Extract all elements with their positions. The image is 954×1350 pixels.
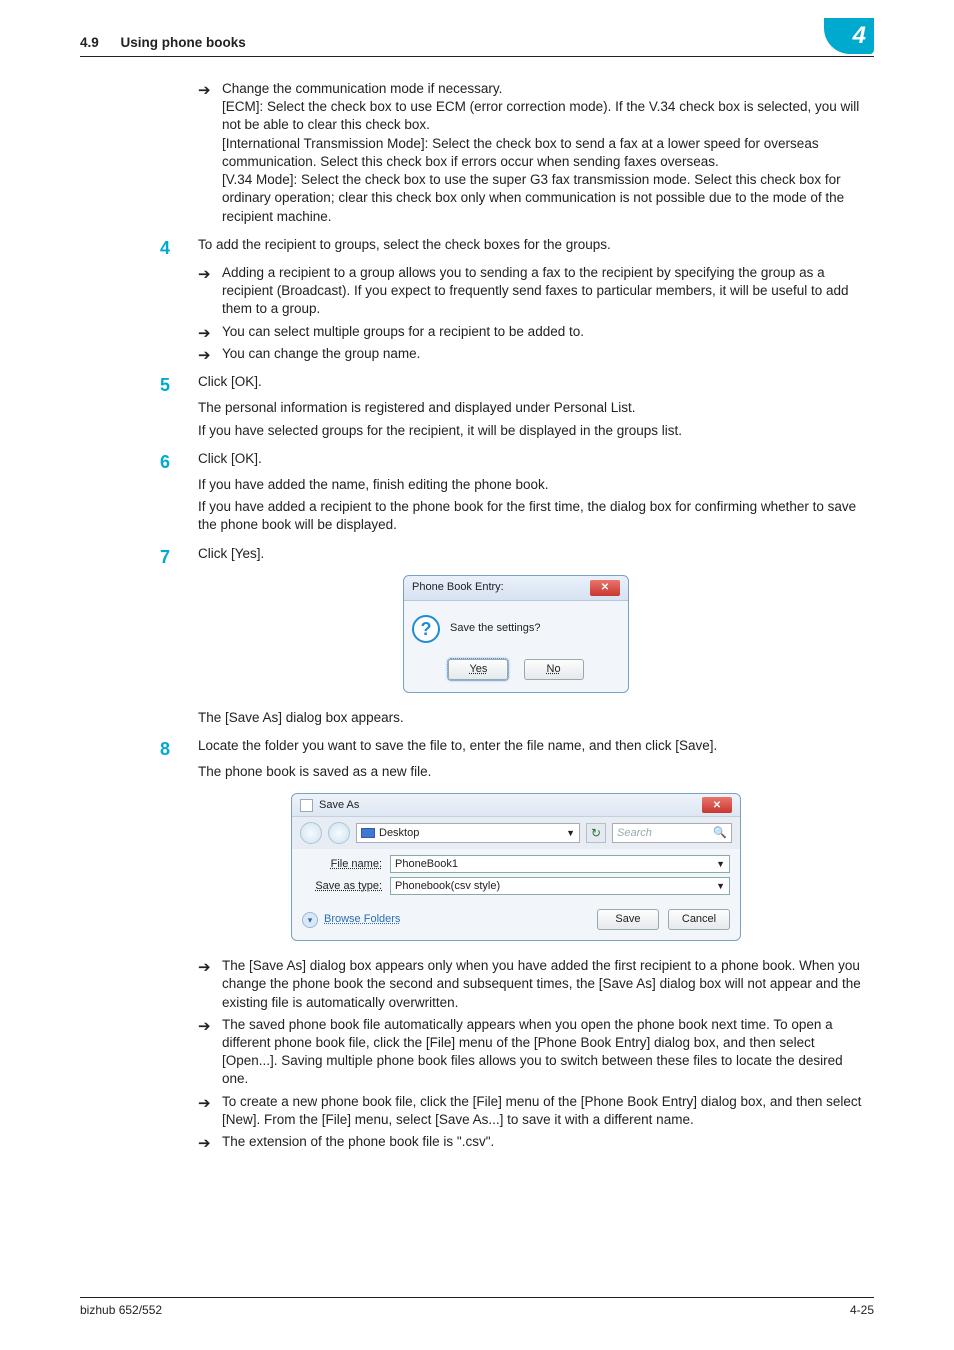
window-icon — [300, 799, 313, 812]
arrow-icon: ➔ — [198, 81, 211, 101]
filetype-select[interactable]: Phonebook(csv style) ▼ — [390, 877, 730, 895]
list-item: ➔ The saved phone book file automaticall… — [198, 1016, 872, 1089]
chapter-tab: 4 — [824, 18, 874, 54]
dialog-save-as: Save As ✕ Desktop ▼ ↻ Search 🔍 — [291, 793, 741, 941]
step-text: Locate the folder you want to save the f… — [198, 738, 717, 753]
arrow-icon: ➔ — [198, 346, 211, 366]
arrow-icon: ➔ — [198, 1094, 211, 1114]
search-icon: 🔍 — [713, 826, 727, 841]
arrow-icon: ➔ — [198, 958, 211, 978]
step-number: 7 — [160, 545, 170, 569]
no-button[interactable]: No — [524, 659, 584, 680]
paragraph: If you have added the name, finish editi… — [198, 476, 872, 494]
list-item: ➔ Change the communication mode if neces… — [198, 80, 872, 226]
location-field[interactable]: Desktop ▼ — [356, 823, 580, 843]
refresh-button[interactable]: ↻ — [586, 823, 606, 843]
list-item: ➔ The [Save As] dialog box appears only … — [198, 957, 872, 1012]
filename-label: File name: — [302, 857, 382, 872]
paragraph: The [Save As] dialog box appears. — [198, 709, 872, 727]
dialog-phone-book-entry: Phone Book Entry: ✕ ? Save the settings?… — [403, 575, 629, 693]
search-input[interactable]: Search 🔍 — [612, 823, 732, 843]
question-icon: ? — [412, 615, 440, 643]
section-title: Using phone books — [121, 35, 246, 50]
list-item: ➔ You can select multiple groups for a r… — [198, 323, 872, 341]
paragraph: If you have selected groups for the reci… — [198, 422, 872, 440]
step-number: 6 — [160, 450, 170, 474]
list-item: ➔ Adding a recipient to a group allows y… — [198, 264, 872, 319]
bullet-lead: Change the communication mode if necessa… — [222, 81, 502, 96]
nav-forward-button[interactable] — [328, 822, 350, 844]
dialog-title: Save As — [319, 798, 359, 813]
chevron-down-icon[interactable]: ▼ — [566, 827, 575, 839]
section-number: 4.9 — [80, 35, 99, 50]
bullet-detail: [International Transmission Mode]: Selec… — [222, 135, 872, 171]
list-item: ➔ To create a new phone book file, click… — [198, 1093, 872, 1129]
step-text: Click [OK]. — [198, 374, 262, 389]
yes-button[interactable]: Yes — [448, 659, 508, 680]
paragraph: If you have added a recipient to the pho… — [198, 498, 872, 534]
paragraph: The phone book is saved as a new file. — [198, 763, 872, 781]
chevron-down-icon[interactable]: ▼ — [716, 858, 725, 870]
nav-back-button[interactable] — [300, 822, 322, 844]
dialog-title: Phone Book Entry: — [412, 580, 504, 595]
arrow-icon: ➔ — [198, 1017, 211, 1037]
arrow-icon: ➔ — [198, 324, 211, 344]
bullet-detail: [ECM]: Select the check box to use ECM (… — [222, 98, 872, 134]
chevron-down-icon[interactable]: ▼ — [716, 880, 725, 892]
step-number: 5 — [160, 373, 170, 397]
arrow-icon: ➔ — [198, 1134, 211, 1154]
step-text: Click [Yes]. — [198, 546, 264, 561]
step-text: To add the recipient to groups, select t… — [198, 237, 611, 252]
save-button[interactable]: Save — [597, 909, 659, 930]
list-item: ➔ You can change the group name. — [198, 345, 872, 363]
arrow-icon: ➔ — [198, 265, 211, 285]
filename-input[interactable]: PhoneBook1 ▼ — [390, 855, 730, 873]
dialog-message: Save the settings? — [450, 621, 541, 636]
chevron-down-icon: ▾ — [302, 912, 318, 928]
cancel-button[interactable]: Cancel — [668, 909, 730, 930]
footer-page-number: 4-25 — [850, 1302, 874, 1318]
step-number: 8 — [160, 737, 170, 761]
filetype-label: Save as type: — [302, 879, 382, 894]
list-item: ➔ The extension of the phone book file i… — [198, 1133, 872, 1151]
step-text: Click [OK]. — [198, 451, 262, 466]
browse-folders-toggle[interactable]: ▾ Browse Folders — [302, 912, 400, 928]
bullet-detail: [V.34 Mode]: Select the check box to use… — [222, 171, 872, 226]
chapter-number: 4 — [853, 20, 866, 52]
close-icon[interactable]: ✕ — [702, 797, 732, 813]
desktop-icon — [361, 828, 375, 838]
paragraph: The personal information is registered a… — [198, 399, 872, 417]
running-header: 4.9 Using phone books — [80, 34, 246, 52]
footer-product: bizhub 652/552 — [80, 1302, 162, 1318]
step-number: 4 — [160, 236, 170, 260]
close-icon[interactable]: ✕ — [590, 580, 620, 596]
